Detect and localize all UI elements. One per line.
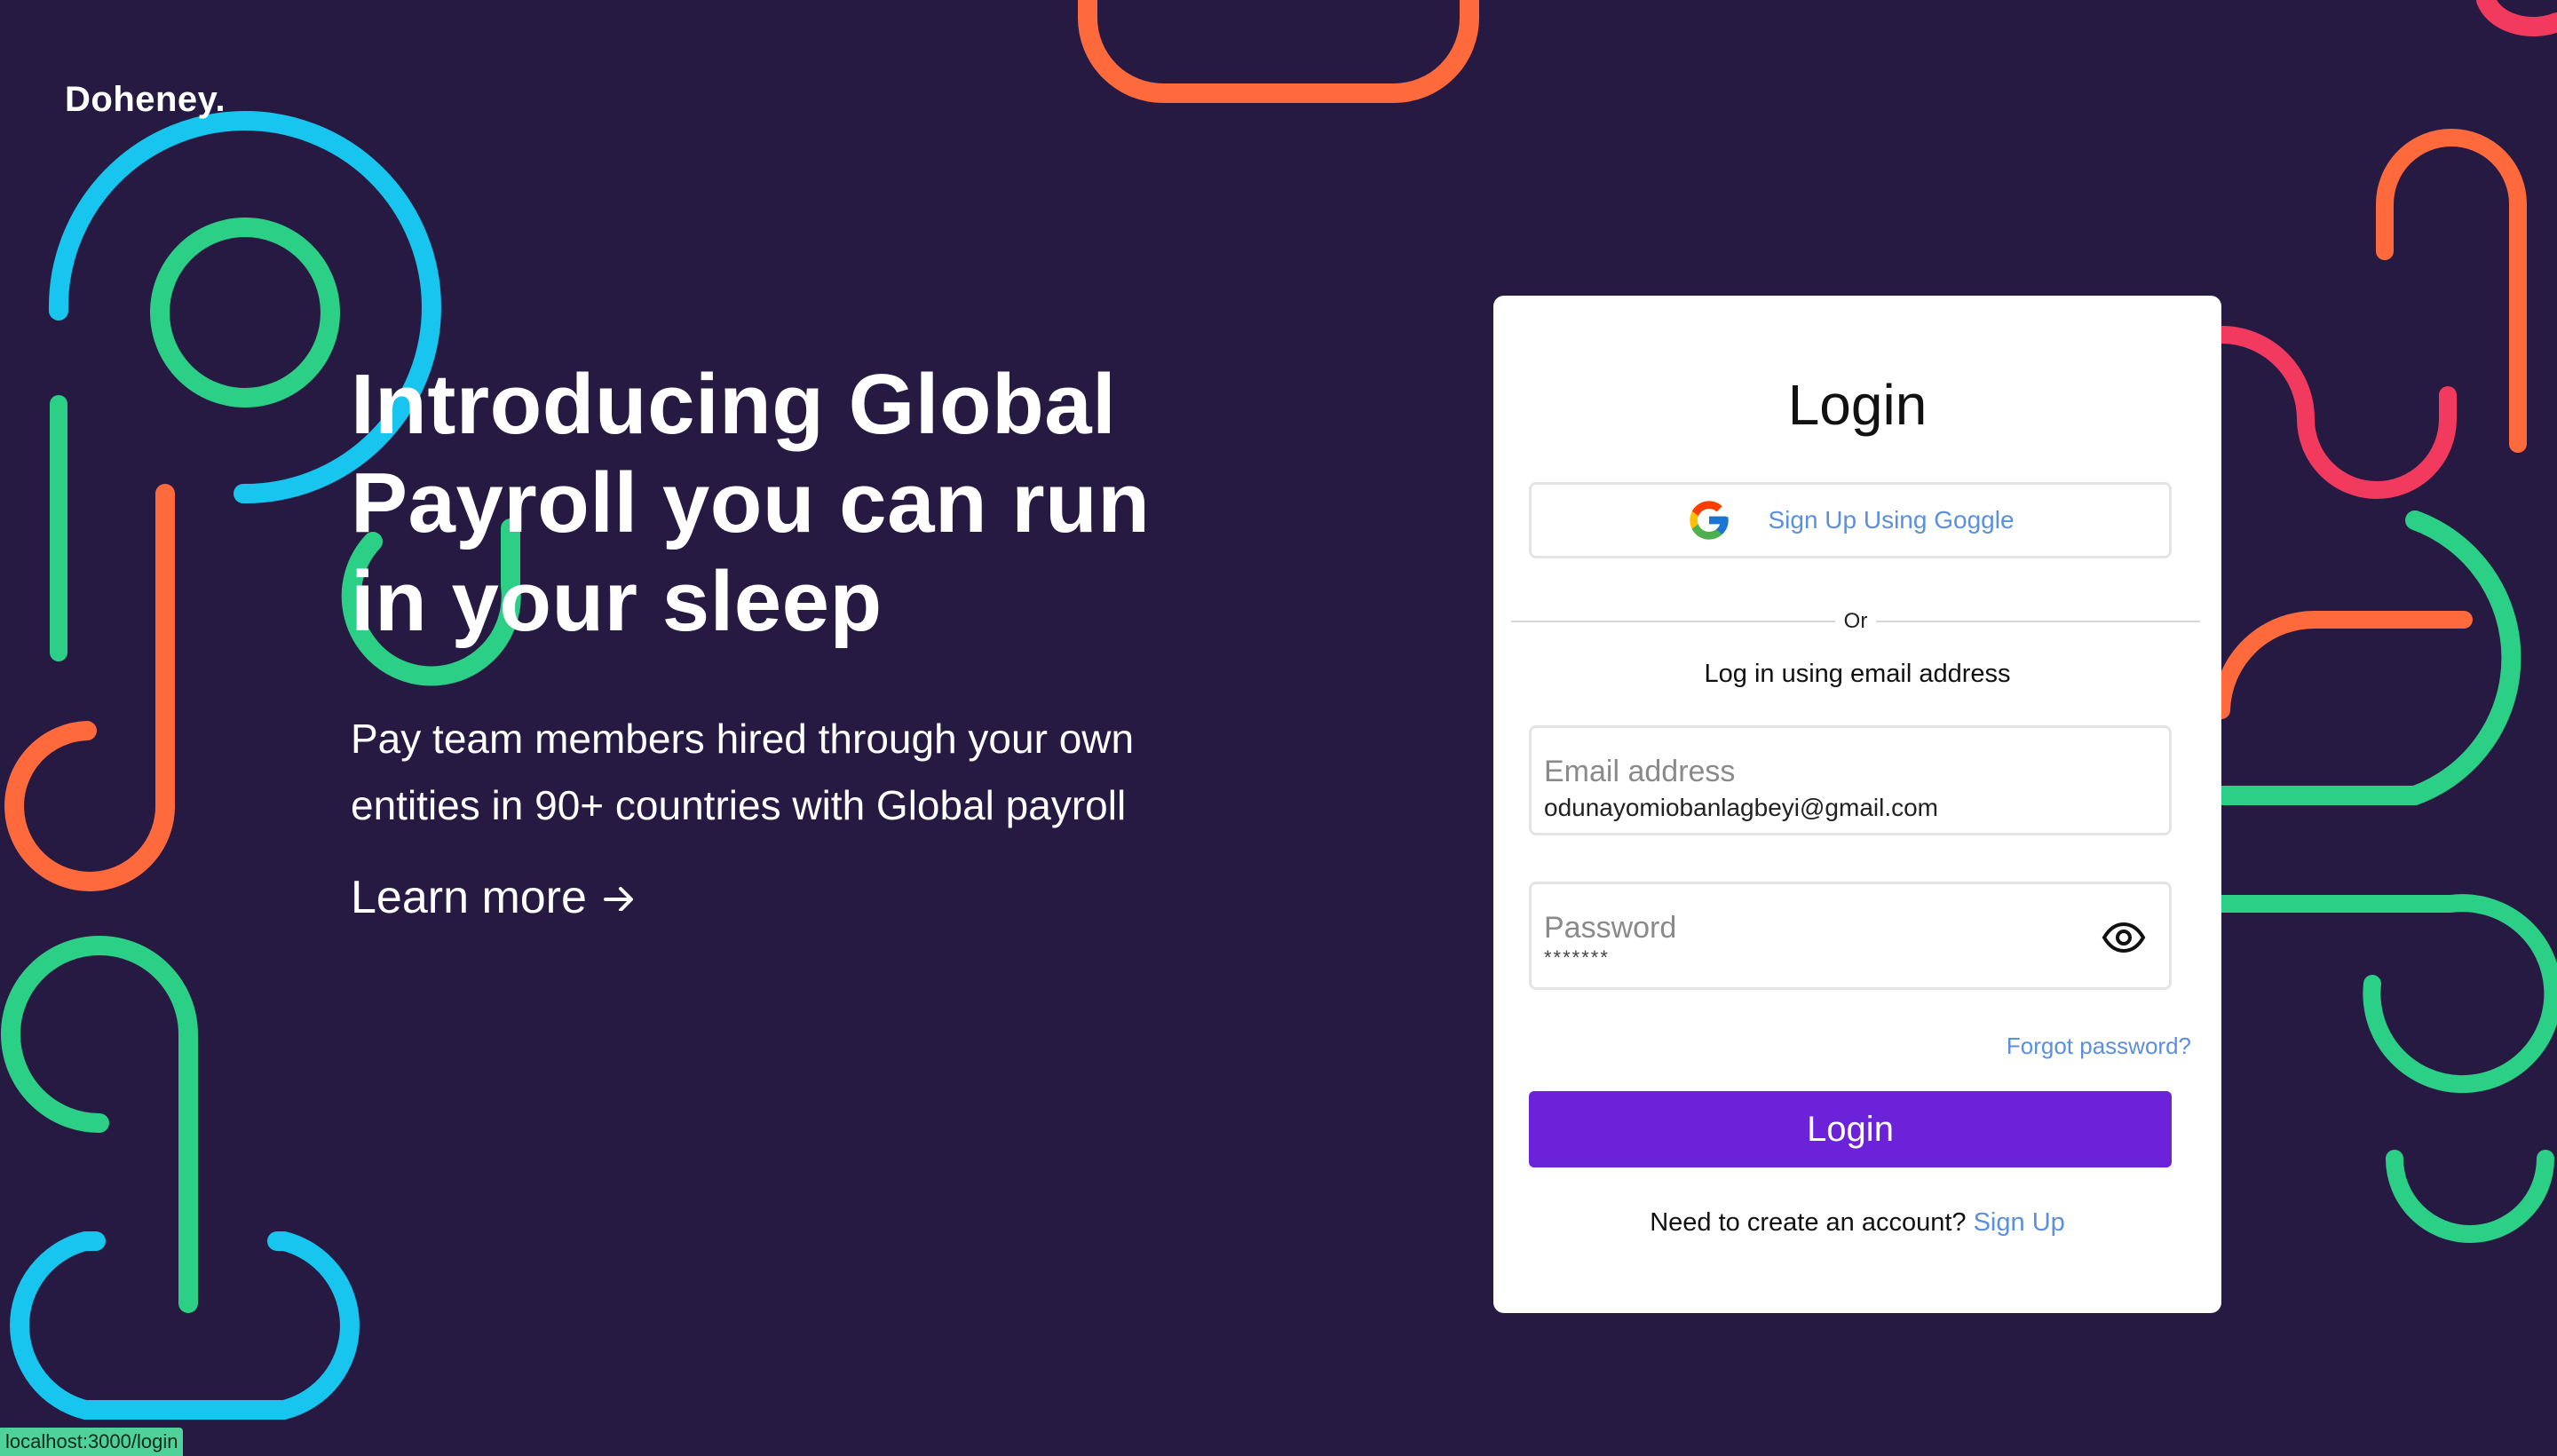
deco-orange-arc-top [1078,0,1479,103]
signup-prompt: Need to create an account? [1650,1208,1967,1237]
hero-title-line: Payroll you can run [351,455,1151,550]
email-field-label: Email address [1544,755,1736,788]
learn-more-label: Learn more [351,872,587,923]
hero-section: Introducing Global Payroll you can run i… [351,355,1310,924]
password-input[interactable]: ******* [1544,946,2112,969]
deco-green-arc-right-lower [2213,894,2557,1094]
deco-orange-hook-left [4,484,176,891]
forgot-password-link[interactable]: Forgot password? [2007,1033,2191,1060]
hero-title: Introducing Global Payroll you can run i… [351,355,1310,651]
hero-subtitle-line: Pay team members hired through your own [351,716,1135,762]
status-bar-url: localhost:3000/login [0,1428,184,1456]
deco-pink-arc-corner [2476,0,2557,37]
email-field[interactable]: Email address [1529,725,2172,835]
divider-line [1876,621,2201,622]
password-field-label: Password [1544,911,1677,945]
signup-row: Need to create an account? Sign Up [1493,1208,2221,1238]
password-field[interactable]: Password ******* [1529,882,2172,990]
divider-line [1511,621,1835,622]
hero-title-line: in your sleep [351,554,883,649]
eye-icon[interactable] [2102,922,2146,954]
deco-green-circle-left [150,218,340,408]
google-icon [1690,501,1730,540]
google-signup-button[interactable]: Sign Up Using Goggle [1529,482,2172,558]
login-button[interactable]: Login [1529,1091,2172,1167]
deco-green-arc-right [2212,510,2521,805]
learn-more-link[interactable]: Learn more [351,871,635,924]
deco-orange-arc-right [2213,610,2473,719]
deco-pink-s-right [2213,326,2457,499]
or-divider: Or [1511,609,2201,633]
signup-link[interactable]: Sign Up [1974,1208,2065,1237]
google-signup-label: Sign Up Using Goggle [1768,506,2015,534]
email-input[interactable] [1544,794,2112,822]
login-title: Login [1787,373,1928,437]
page: Doheney. Introducing Global Payroll you … [0,0,2557,1456]
divider-or-text: Or [1843,609,1868,633]
hero-subtitle-line: entities in 90+ countries with Global pa… [351,782,1127,828]
hero-subtitle: Pay team members hired through your own … [351,706,1292,839]
hero-title-line: Introducing Global [351,357,1117,452]
email-login-hint: Log in using email address [1704,660,2011,688]
brand-logo[interactable]: Doheney. [65,80,226,120]
deco-green-cup-right [2386,1150,2554,1243]
login-card: Login Sign Up Using Goggle Or Log in usi… [1493,296,2221,1313]
arrow-right-icon [603,887,633,911]
